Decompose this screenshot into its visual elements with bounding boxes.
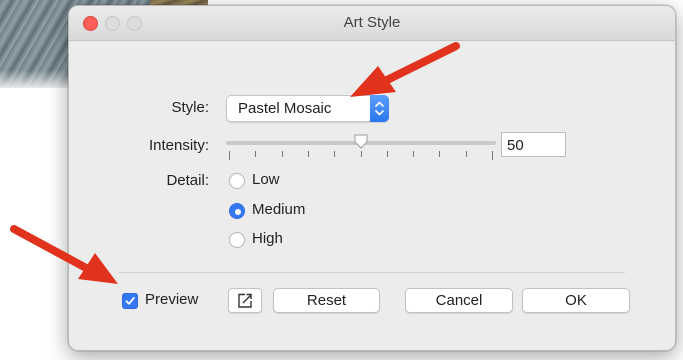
detail-high-radio[interactable] <box>229 232 245 248</box>
slider-tick <box>282 151 283 157</box>
detail-low-radio[interactable] <box>229 173 245 189</box>
slider-tick <box>413 151 414 157</box>
slider-tick <box>439 151 440 157</box>
title-bar: Art Style <box>69 6 675 41</box>
intensity-slider-thumb[interactable] <box>354 134 368 149</box>
footer-separator <box>119 272 625 273</box>
slider-tick <box>492 151 493 160</box>
intensity-value-field[interactable]: 50 <box>501 132 566 157</box>
detail-high-label: High <box>252 230 283 247</box>
intensity-label: Intensity: <box>148 137 209 154</box>
slider-tick <box>387 151 388 157</box>
slider-tick <box>229 151 230 160</box>
slider-tick <box>361 151 362 157</box>
style-popup-value: Pastel Mosaic <box>238 100 332 117</box>
art-style-dialog: Art Style Style: Pastel Mosaic Intensity… <box>68 5 676 351</box>
slider-tick <box>308 151 309 157</box>
slider-tick <box>466 151 467 157</box>
ok-button[interactable]: OK <box>522 288 630 313</box>
cancel-button[interactable]: Cancel <box>405 288 513 313</box>
detail-low-label: Low <box>252 171 280 188</box>
slider-tick <box>255 151 256 157</box>
slider-tick <box>334 151 335 157</box>
open-editor-button[interactable] <box>228 288 262 313</box>
dialog-title: Art Style <box>343 14 401 31</box>
intensity-slider-ticks <box>229 151 493 160</box>
preview-checkbox[interactable] <box>122 293 138 309</box>
detail-label: Detail: <box>166 172 209 189</box>
checkmark-icon <box>125 297 135 305</box>
intensity-slider[interactable] <box>226 134 496 149</box>
external-edit-icon <box>238 293 252 308</box>
detail-medium-radio[interactable] <box>229 203 245 219</box>
style-popup-button[interactable]: Pastel Mosaic <box>226 95 389 122</box>
reset-button[interactable]: Reset <box>273 288 380 313</box>
preview-label: Preview <box>145 291 199 308</box>
style-label: Style: <box>171 99 209 116</box>
up-down-chevron-icon <box>370 95 389 122</box>
detail-medium-label: Medium <box>252 201 306 218</box>
